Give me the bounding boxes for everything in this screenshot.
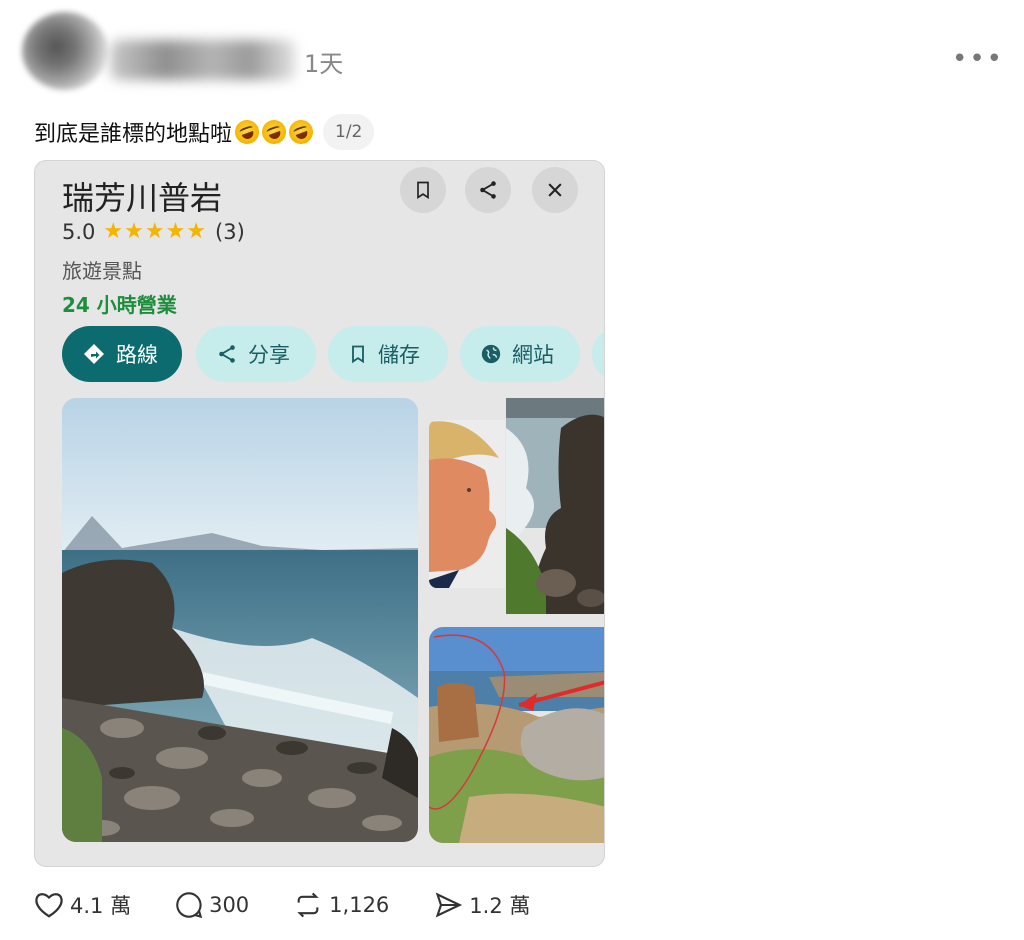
- share-chip[interactable]: 分享: [196, 326, 316, 382]
- repost-icon: [297, 892, 319, 918]
- directions-button[interactable]: 路線: [62, 326, 182, 382]
- share-icon: [219, 345, 235, 363]
- save-chip[interactable]: 儲存: [328, 326, 448, 382]
- send-button[interactable]: 1.2 萬: [433, 890, 530, 920]
- main-photo-coast[interactable]: [62, 398, 418, 842]
- place-title: 瑞芳川普岩: [62, 179, 223, 217]
- share-button[interactable]: [465, 167, 511, 213]
- post-text: 到底是誰標的地點啦: [34, 122, 233, 147]
- review-count[interactable]: (3): [215, 220, 245, 244]
- bookmark-icon: [417, 181, 429, 200]
- share-icon: [480, 181, 496, 199]
- website-label: 網站: [512, 343, 554, 367]
- globe-icon: [481, 344, 501, 364]
- place-category: 旅遊景點: [62, 259, 142, 283]
- repost-count: 1,126: [329, 893, 390, 917]
- photo-face-profile[interactable]: [429, 420, 505, 588]
- close-button[interactable]: [532, 167, 578, 213]
- save-bookmark-button[interactable]: [400, 167, 446, 213]
- avatar[interactable]: [22, 12, 108, 90]
- rating-row: 5.0 ★★★★★ (3): [62, 219, 245, 244]
- attached-image[interactable]: 瑞芳川普岩 5.0 ★★★★★ (3) 旅遊景點 24 小時營業 路線 分享 儲…: [34, 160, 605, 867]
- share-label: 分享: [248, 343, 290, 367]
- more-actions-chip[interactable]: [592, 326, 604, 382]
- website-chip[interactable]: 網站: [460, 326, 580, 382]
- repost-button[interactable]: 1,126: [293, 891, 389, 919]
- photo-rock-coast[interactable]: [506, 398, 604, 614]
- post-text-row: 到底是誰標的地點啦 1/2: [34, 114, 375, 150]
- directions-label: 路線: [116, 343, 158, 367]
- like-button[interactable]: 4.1 萬: [34, 890, 131, 920]
- username-redacted[interactable]: [110, 40, 296, 80]
- share-count: 1.2 萬: [469, 894, 531, 918]
- save-label: 儲存: [378, 343, 420, 367]
- like-count: 4.1 萬: [70, 894, 132, 918]
- post-actions-bar: 4.1 萬 300 1,126 1.2 萬: [34, 890, 574, 920]
- more-options-icon[interactable]: •••: [952, 44, 1004, 74]
- send-icon: [436, 892, 463, 918]
- comment-button[interactable]: 300: [175, 891, 249, 919]
- rofl-emoji-icon: [258, 116, 290, 148]
- rating-value: 5.0: [62, 219, 96, 244]
- close-icon: [548, 183, 562, 197]
- image-pager: 1/2: [323, 114, 375, 150]
- comment-icon: [176, 892, 203, 919]
- heart-icon: [35, 893, 63, 918]
- comment-count: 300: [209, 893, 250, 917]
- post-time: 1天: [304, 50, 344, 78]
- directions-icon: [84, 344, 104, 364]
- rofl-emoji-icon: [285, 116, 317, 148]
- bookmark-icon: [352, 345, 364, 364]
- star-rating: ★★★★★: [103, 219, 208, 244]
- photo-annotated-rock[interactable]: [429, 627, 604, 843]
- open-hours: 24 小時營業: [62, 293, 177, 317]
- rofl-emoji-icon: [231, 116, 263, 148]
